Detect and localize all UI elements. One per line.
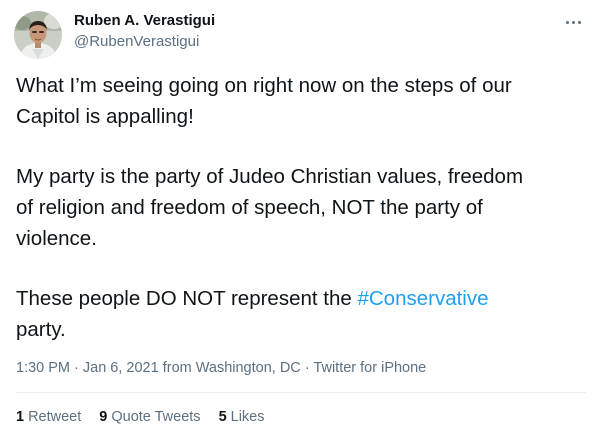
tweet-date: Jan 6, 2021 <box>82 360 159 376</box>
likes-count: 5 <box>218 409 227 425</box>
more-icon[interactable] <box>560 12 586 32</box>
retweets-label: Retweet <box>28 409 82 425</box>
source-link[interactable]: Twitter for iPhone <box>313 360 426 376</box>
tweet-meta: 1:30 PM · Jan 6, 2021 from Washington, D… <box>16 360 426 376</box>
tweet-text-line: These people DO NOT represent the #Conse… <box>16 283 586 314</box>
retweets-stat[interactable]: 1 Retweet <box>16 409 81 425</box>
meta-separator: · <box>300 360 314 376</box>
tweet-text-line: violence. <box>16 227 97 250</box>
tweet-text: What I’m seeing going on right now on th… <box>16 70 586 345</box>
divider <box>16 392 586 393</box>
retweets-count: 1 <box>16 409 25 425</box>
tweet-text-line: party. <box>16 318 66 341</box>
tweet-text-line: What I’m seeing going on right now on th… <box>16 74 512 97</box>
likes-label: Likes <box>230 409 265 425</box>
timestamp-link[interactable]: 1:30 PM · Jan 6, 2021 <box>16 360 159 376</box>
quote-tweets-count: 9 <box>99 409 108 425</box>
tweet-text-line: My party is the party of Judeo Christian… <box>16 165 524 188</box>
tweet-text-segment: These people DO NOT represent the <box>16 287 358 310</box>
avatar-photo <box>14 11 62 59</box>
likes-stat[interactable]: 5 Likes <box>219 409 265 425</box>
author-name[interactable]: Ruben A. Verastigui <box>74 12 215 29</box>
tweet-time: 1:30 PM <box>16 360 70 376</box>
meta-from: from <box>158 360 196 376</box>
tweet-text-line: of religion and freedom of speech, NOT t… <box>16 196 483 219</box>
author-handle[interactable]: @RubenVerastigui <box>74 33 199 50</box>
location-link[interactable]: Washington, DC <box>196 360 301 376</box>
quote-tweets-label: Quote Tweets <box>111 409 201 425</box>
tweet-text-line: Capitol is appalling! <box>16 105 194 128</box>
meta-separator: · <box>70 360 83 376</box>
avatar[interactable] <box>14 11 62 59</box>
tweet-card: Ruben A. Verastigui @RubenVerastigui Wha… <box>0 0 597 437</box>
hashtag-link[interactable]: #Conservative <box>357 287 488 310</box>
tweet-stats: 1 Retweet 9 Quote Tweets 5 Likes <box>16 409 283 425</box>
quote-tweets-stat[interactable]: 9 Quote Tweets <box>99 409 200 425</box>
